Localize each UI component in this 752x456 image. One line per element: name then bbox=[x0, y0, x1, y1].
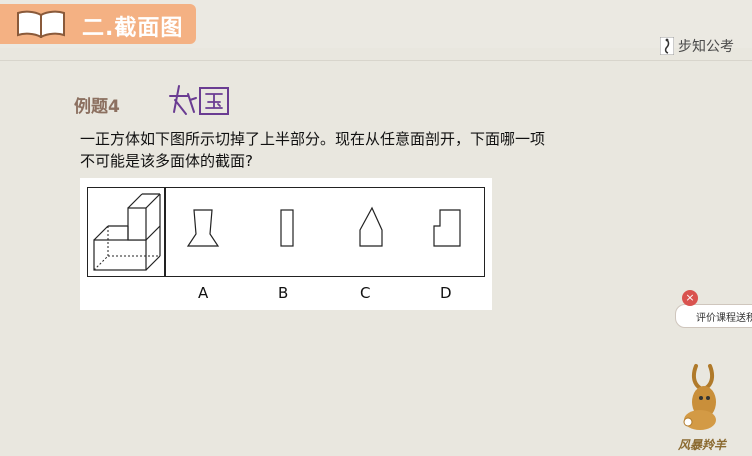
header-divider bbox=[0, 60, 752, 61]
option-b-shape bbox=[280, 209, 294, 247]
section-title-bar: 二.截面图 bbox=[0, 4, 196, 44]
logo-text: 风暴羚羊 bbox=[678, 438, 727, 452]
book-icon bbox=[17, 10, 65, 38]
example-label: 例题4 bbox=[74, 97, 120, 117]
brand-logo-icon bbox=[660, 37, 674, 55]
antelope-logo-icon bbox=[683, 364, 716, 430]
option-d-shape bbox=[433, 209, 461, 247]
brand: 步知公考 bbox=[660, 36, 734, 56]
section-title: 二.截面图 bbox=[82, 16, 184, 41]
question-text: 一正方体如下图所示切掉了上半部分。现在从任意面剖开，下面哪一项不可能是该多面体的… bbox=[80, 130, 546, 170]
option-a-label[interactable]: A bbox=[198, 284, 208, 302]
option-c-label[interactable]: C bbox=[360, 284, 370, 302]
figure-divider bbox=[164, 188, 166, 276]
figure-panel: A B C D bbox=[80, 178, 492, 310]
close-icon[interactable]: × bbox=[682, 290, 698, 306]
brand-name: 步知公考 bbox=[678, 39, 734, 55]
option-a-shape bbox=[186, 209, 220, 247]
rate-course-tab[interactable]: 评价课程送积分 bbox=[675, 304, 752, 328]
option-b-label[interactable]: B bbox=[278, 284, 288, 302]
handwriting-annotation bbox=[169, 85, 229, 115]
figure-frame bbox=[87, 187, 485, 277]
option-c-shape bbox=[359, 206, 383, 247]
option-d-label[interactable]: D bbox=[440, 284, 452, 302]
cube-diagram bbox=[93, 193, 161, 271]
rate-course-label: 评价课程送积分 bbox=[696, 313, 752, 324]
